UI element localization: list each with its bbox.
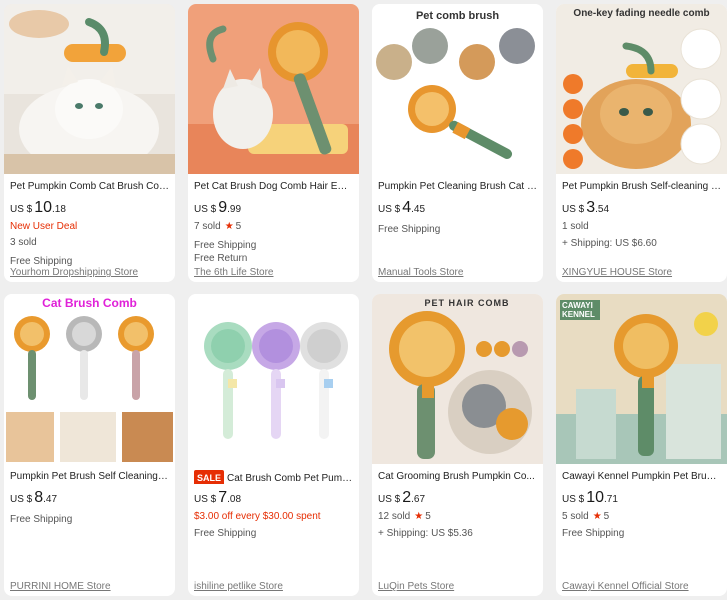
product-title[interactable]: Pumpkin Pet Cleaning Brush Cat M... bbox=[378, 180, 537, 194]
product-image[interactable] bbox=[4, 4, 175, 174]
product-title[interactable]: Cawayi Kennel Pumpkin Pet Brush... bbox=[562, 470, 721, 484]
product-title[interactable]: Cat Grooming Brush Pumpkin Co... bbox=[378, 470, 537, 484]
star-icon: ★ bbox=[414, 511, 424, 522]
shipping-info: Free Shipping bbox=[10, 514, 73, 525]
shipping-info: Free Shipping bbox=[378, 224, 441, 235]
image-caption: One-key fading needle comb bbox=[573, 8, 710, 19]
image-caption: CAWAYI KENNEL bbox=[560, 300, 600, 320]
image-caption: Pet comb brush bbox=[415, 10, 500, 22]
product-title[interactable]: Pet Pumpkin Brush Self-cleaning s... bbox=[562, 180, 721, 194]
product-card[interactable]: CAWAYI KENNEL Cawayi Kennel Pumpkin Pet … bbox=[556, 294, 727, 596]
product-card[interactable]: Pet Pumpkin Comb Cat Brush Com... US $ 1… bbox=[4, 4, 175, 282]
image-caption: Cat Brush Comb bbox=[42, 296, 137, 310]
product-price: US $ 9 .99 bbox=[194, 199, 242, 216]
deal-label: New User Deal bbox=[10, 221, 78, 232]
product-card[interactable]: One-key fading needle comb Pet Pumpkin B… bbox=[556, 4, 727, 282]
image-caption: PET HAIR COMB bbox=[424, 298, 510, 308]
store-link[interactable]: Yourhom Dropshipping Store bbox=[10, 267, 138, 278]
store-link[interactable]: The 6th Life Store bbox=[194, 267, 274, 278]
product-card[interactable]: PET HAIR COMB Cat Grooming Brush Pumpkin… bbox=[372, 294, 543, 596]
shipping-info: + Shipping: US $6.60 bbox=[562, 238, 657, 249]
shipping-info: Free Shipping bbox=[194, 240, 257, 251]
product-image[interactable]: Cat Brush Comb bbox=[4, 294, 175, 464]
shipping-info: + Shipping: US $5.36 bbox=[378, 528, 473, 539]
product-image[interactable]: Pet comb brush bbox=[372, 4, 543, 174]
store-link[interactable]: Cawayi Kennel Official Store bbox=[562, 581, 689, 592]
product-title[interactable]: Pet Cat Brush Dog Comb Hair Emo... bbox=[194, 180, 353, 194]
sale-badge: SALE bbox=[194, 470, 225, 484]
store-link[interactable]: LuQin Pets Store bbox=[378, 581, 454, 592]
star-icon: ★ bbox=[592, 511, 602, 522]
store-link[interactable]: ishiline petlike Store bbox=[194, 581, 283, 592]
shipping-info: Free Shipping bbox=[562, 528, 625, 539]
product-image[interactable]: PET HAIR COMB bbox=[372, 294, 543, 464]
product-price: US $ 8 .47 bbox=[10, 489, 58, 506]
sold-count: 1 sold bbox=[562, 221, 589, 232]
store-link[interactable]: PURRINI HOME Store bbox=[10, 581, 111, 592]
product-image[interactable] bbox=[188, 294, 359, 464]
sold-count: 3 sold bbox=[10, 237, 37, 248]
product-price: US $ 2 .67 bbox=[378, 489, 426, 506]
product-title[interactable]: Pet Pumpkin Comb Cat Brush Com... bbox=[10, 180, 169, 194]
deal-label: $3.00 off every $30.00 spent bbox=[194, 511, 321, 522]
store-link[interactable]: XINGYUE HOUSE Store bbox=[562, 267, 672, 278]
product-price: US $ 3 .54 bbox=[562, 199, 610, 216]
product-price: US $ 10 .71 bbox=[562, 489, 618, 506]
product-image[interactable]: CAWAYI KENNEL bbox=[556, 294, 727, 464]
product-card[interactable]: SALE Cat Brush Comb Pet Pump... US $ 7 .0… bbox=[188, 294, 359, 596]
product-price: US $ 10 .18 bbox=[10, 199, 66, 216]
product-card[interactable]: Pet comb brush Pumpkin Pet Cleaning Brus… bbox=[372, 4, 543, 282]
product-card[interactable]: Cat Brush Comb Pumpkin Pet Brush Self Cl… bbox=[4, 294, 175, 596]
product-card[interactable]: Pet Cat Brush Dog Comb Hair Emo... US $ … bbox=[188, 4, 359, 282]
product-title[interactable]: SALE Cat Brush Comb Pet Pump... bbox=[194, 470, 353, 484]
sold-rating: 7 sold ★ 5 bbox=[194, 221, 242, 232]
product-price: US $ 7 .08 bbox=[194, 489, 242, 506]
product-price: US $ 4 .45 bbox=[378, 199, 426, 216]
product-title[interactable]: Pumpkin Pet Brush Self Cleaning S... bbox=[10, 470, 169, 484]
sold-rating: 12 sold ★ 5 bbox=[378, 511, 431, 522]
star-icon: ★ bbox=[224, 221, 234, 232]
product-grid: Pet Pumpkin Comb Cat Brush Com... US $ 1… bbox=[0, 0, 727, 600]
store-link[interactable]: Manual Tools Store bbox=[378, 267, 463, 278]
product-image[interactable] bbox=[188, 4, 359, 174]
shipping-info: Free Shipping bbox=[194, 528, 257, 539]
sold-rating: 5 sold ★ 5 bbox=[562, 511, 610, 522]
product-image[interactable]: One-key fading needle comb bbox=[556, 4, 727, 174]
return-info: Free Return bbox=[194, 253, 248, 264]
